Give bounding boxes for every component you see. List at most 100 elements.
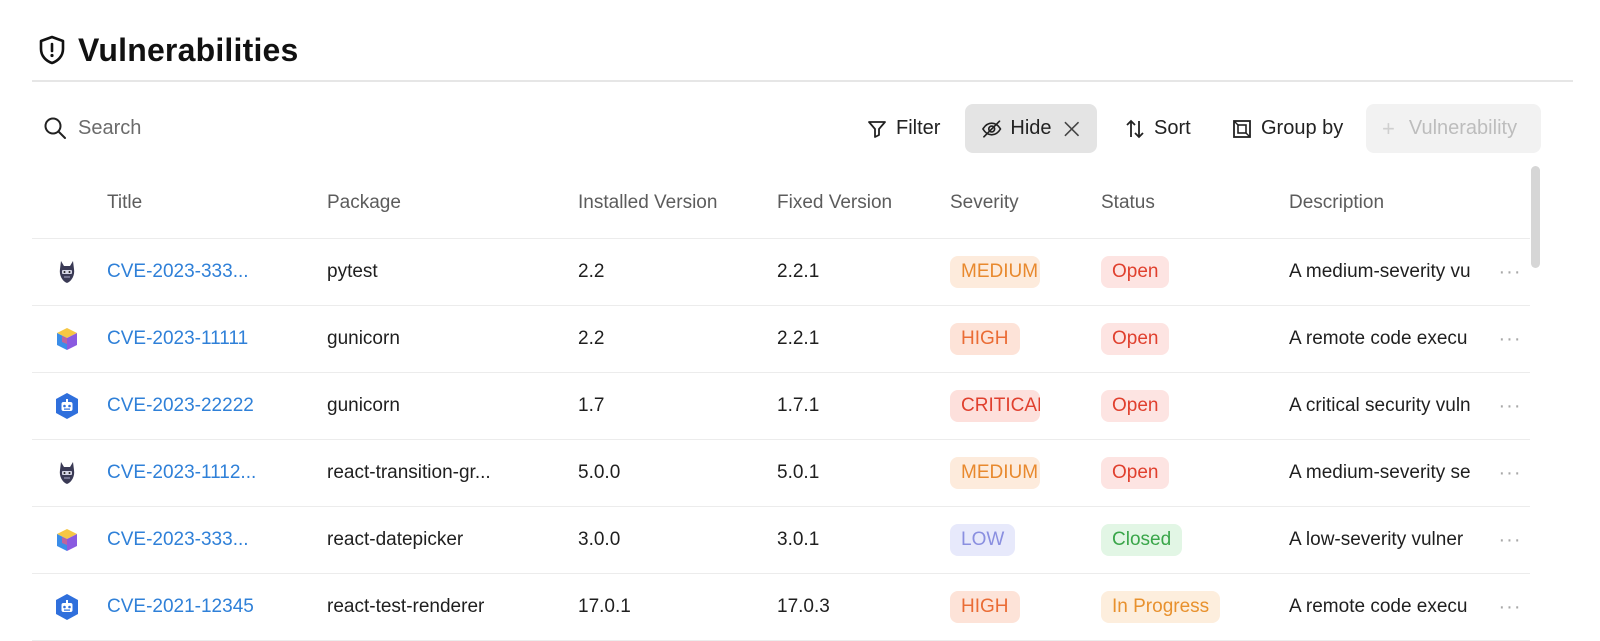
table-row[interactable]: CVE-2023-22222 gunicorn 1.7 1.7.1 CRITICAL Op…: [32, 373, 1530, 440]
severity-cell: LOW: [950, 507, 1042, 573]
more-options-icon[interactable]: ···: [1498, 574, 1522, 640]
package-name: react-datepicker: [327, 529, 464, 550]
table-row[interactable]: CVE-2023-11111 gunicorn 2.2 2.2.1 HIGH Open A …: [32, 306, 1530, 373]
description-text: A remote code execu: [1289, 596, 1468, 617]
severity-cell: CRITICAL: [950, 373, 1042, 439]
status-cell: Open: [1101, 440, 1271, 506]
column-status[interactable]: Status: [1101, 192, 1155, 214]
vulnerabilities-table: Title Package Installed Version Fixed Ve…: [32, 168, 1530, 641]
severity-cell: MEDIUM: [950, 239, 1042, 305]
severity-cell: HIGH: [950, 574, 1042, 640]
group-icon: [1233, 119, 1251, 138]
package-name: react-test-renderer: [327, 596, 485, 617]
status-cell: In Progress: [1101, 574, 1271, 640]
column-package[interactable]: Package: [327, 192, 401, 214]
cve-title-link[interactable]: CVE-2023-1112...: [107, 440, 307, 506]
more-options-icon[interactable]: ···: [1498, 239, 1522, 305]
more-options-icon[interactable]: ···: [1498, 440, 1522, 506]
status-cell: Open: [1101, 373, 1271, 439]
robot-hexagon-icon: [52, 373, 82, 439]
hide-label: Hide: [1010, 117, 1052, 139]
severity-cell: HIGH: [950, 306, 1042, 372]
description-text: A low-severity vulner: [1289, 529, 1464, 550]
table-row[interactable]: CVE-2021-12345 react-test-renderer 17.0.1 1…: [32, 574, 1530, 641]
cve-title-link[interactable]: CVE-2023-333...: [107, 239, 307, 305]
page-title: Vulnerabilities: [78, 32, 299, 68]
status-cell: Open: [1101, 239, 1271, 305]
fixed-version: 17.0.3: [777, 596, 830, 617]
table-row[interactable]: CVE-2023-333... pytest 2.2 2.2.1 MEDIUM Open A…: [32, 239, 1530, 306]
fixed-version: 1.7.1: [777, 395, 820, 416]
fixed-version: 5.0.1: [777, 462, 820, 483]
group-by-button[interactable]: Group by: [1215, 104, 1359, 153]
cve-title-link[interactable]: CVE-2021-12345: [107, 574, 307, 640]
column-installed-version[interactable]: Installed Version: [578, 192, 717, 214]
fixed-version: 2.2.1: [777, 328, 820, 349]
eye-off-icon: [981, 119, 1002, 138]
status-cell: Closed: [1101, 507, 1271, 573]
package-name: gunicorn: [327, 395, 400, 416]
cve-title-link[interactable]: CVE-2023-11111: [107, 306, 307, 372]
cve-title-link[interactable]: CVE-2023-22222: [107, 373, 307, 439]
scrollbar[interactable]: [1531, 166, 1540, 268]
column-severity[interactable]: Severity: [950, 192, 1019, 214]
plus-icon: +: [1382, 115, 1395, 141]
package-name: react-transition-gr...: [327, 462, 491, 483]
more-options-icon[interactable]: ···: [1498, 373, 1522, 439]
status-badge: Open: [1101, 457, 1170, 489]
severity-cell: MEDIUM: [950, 440, 1042, 506]
add-vulnerability-button[interactable]: + Vulnerability: [1366, 104, 1541, 153]
description-text: A medium-severity se: [1289, 462, 1471, 483]
search-box[interactable]: [42, 104, 378, 152]
severity-badge: MEDIUM: [950, 457, 1040, 489]
severity-badge: LOW: [950, 524, 1016, 556]
ninja-mascot-icon: [52, 440, 82, 506]
sort-button[interactable]: Sort: [1108, 104, 1207, 153]
hide-button[interactable]: Hide: [965, 104, 1097, 153]
status-badge: Open: [1101, 256, 1170, 288]
robot-hexagon-icon: [52, 574, 82, 640]
severity-badge: HIGH: [950, 323, 1020, 355]
installed-version: 5.0.0: [578, 462, 621, 483]
group-by-label: Group by: [1261, 117, 1344, 139]
cube-icon: [52, 306, 82, 372]
description-text: A medium-severity vu: [1289, 261, 1471, 282]
fixed-version: 3.0.1: [777, 529, 820, 550]
cve-title-link[interactable]: CVE-2023-333...: [107, 507, 307, 573]
installed-version: 17.0.1: [578, 596, 631, 617]
table-body: CVE-2023-333... pytest 2.2 2.2.1 MEDIUM Open A…: [32, 239, 1530, 641]
description-text: A critical security vuln: [1289, 395, 1471, 416]
filter-button[interactable]: Filter: [850, 104, 956, 153]
installed-version: 2.2: [578, 261, 605, 282]
column-fixed-version[interactable]: Fixed Version: [777, 192, 892, 214]
status-badge: Open: [1101, 390, 1170, 422]
status-badge: Open: [1101, 323, 1170, 355]
table-row[interactable]: CVE-2023-1112... react-transition-gr... 5.…: [32, 440, 1530, 507]
search-input[interactable]: [78, 116, 378, 140]
more-options-icon[interactable]: ···: [1498, 507, 1522, 573]
installed-version: 1.7: [578, 395, 605, 416]
table-header: Title Package Installed Version Fixed Ve…: [32, 168, 1530, 239]
status-badge: Closed: [1101, 524, 1183, 556]
ninja-mascot-icon: [52, 239, 82, 305]
search-icon: [44, 117, 66, 139]
installed-version: 3.0.0: [578, 529, 621, 550]
description-text: A remote code execu: [1289, 328, 1468, 349]
more-options-icon[interactable]: ···: [1498, 306, 1522, 372]
status-badge: In Progress: [1101, 591, 1221, 623]
table-row[interactable]: CVE-2023-333... react-datepicker 3.0.0 3.0.…: [32, 507, 1530, 574]
fixed-version: 2.2.1: [777, 261, 820, 282]
page-header: Vulnerabilities: [32, 28, 1573, 82]
toolbar: Filter Hide Sort Group by: [32, 104, 1573, 154]
status-cell: Open: [1101, 306, 1271, 372]
add-vulnerability-label: Vulnerability: [1408, 117, 1518, 139]
installed-version: 2.2: [578, 328, 605, 349]
column-title[interactable]: Title: [107, 192, 142, 214]
severity-badge: MEDIUM: [950, 256, 1040, 288]
severity-badge: HIGH: [950, 591, 1020, 623]
column-description[interactable]: Description: [1289, 192, 1384, 214]
close-icon[interactable]: [1062, 119, 1081, 139]
sort-label: Sort: [1154, 117, 1191, 139]
filter-icon: [868, 120, 886, 138]
package-name: pytest: [327, 261, 378, 282]
